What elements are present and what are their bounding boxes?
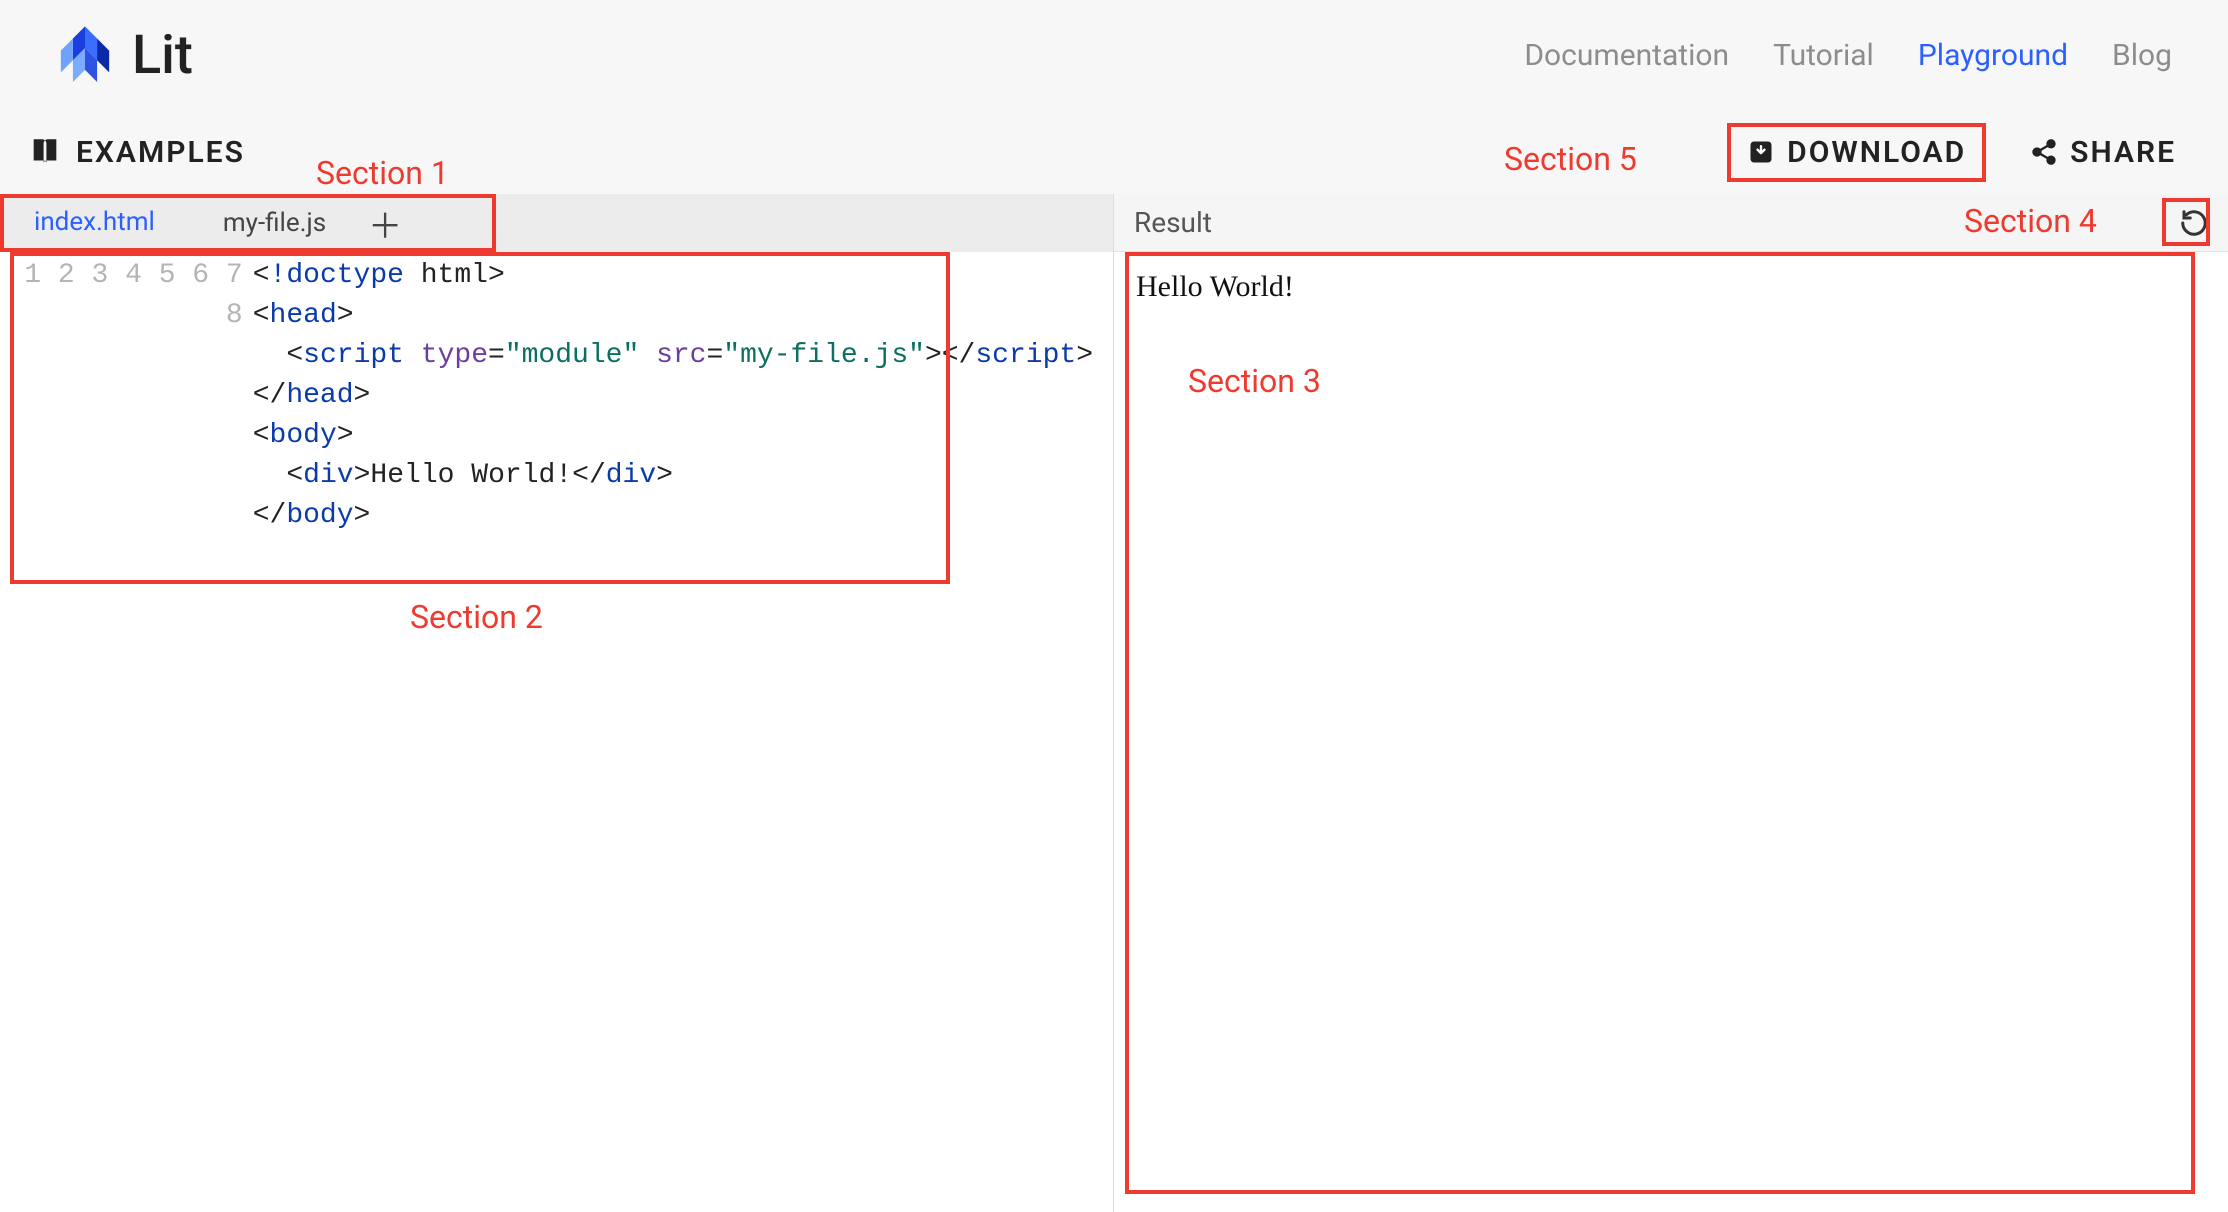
editor-pane: index.html my-file.js ＋ 1 2 3 4 5 6 7 8 … bbox=[0, 194, 1114, 1212]
brand-name: Lit bbox=[132, 24, 193, 87]
file-tabs: index.html my-file.js ＋ bbox=[0, 194, 1113, 252]
nav-documentation[interactable]: Documentation bbox=[1524, 38, 1729, 73]
line-gutter: 1 2 3 4 5 6 7 8 bbox=[0, 256, 253, 536]
playground-main: Section 1 Section 2 Section 3 Section 4 … bbox=[0, 194, 2228, 1212]
share-icon bbox=[2030, 138, 2058, 166]
result-header: Result bbox=[1114, 194, 2228, 252]
tab-index-html[interactable]: index.html bbox=[0, 194, 189, 252]
lit-logo-icon bbox=[56, 24, 114, 86]
code-lines[interactable]: <!doctype html> <head> <script type="mod… bbox=[253, 256, 1113, 536]
share-label: SHARE bbox=[2070, 135, 2176, 170]
download-button[interactable]: DOWNLOAD bbox=[1727, 123, 1986, 182]
examples-button[interactable]: EXAMPLES bbox=[76, 135, 245, 170]
result-output: Hello World! bbox=[1114, 252, 2228, 1212]
share-button[interactable]: SHARE bbox=[2014, 127, 2192, 178]
download-label: DOWNLOAD bbox=[1787, 135, 1966, 170]
main-nav: Documentation Tutorial Playground Blog bbox=[1524, 38, 2172, 73]
code-editor[interactable]: 1 2 3 4 5 6 7 8 <!doctype html> <head> <… bbox=[0, 252, 1113, 1212]
tab-my-file-js[interactable]: my-file.js bbox=[189, 194, 360, 252]
reload-button[interactable] bbox=[2172, 201, 2216, 245]
book-icon bbox=[28, 135, 62, 169]
result-pane: Result Hello World! bbox=[1114, 194, 2228, 1212]
playground-toolbar: EXAMPLES DOWNLOAD SHARE bbox=[0, 110, 2228, 194]
plus-icon: ＋ bbox=[368, 199, 402, 248]
nav-playground[interactable]: Playground bbox=[1918, 38, 2068, 73]
nav-tutorial[interactable]: Tutorial bbox=[1773, 38, 1874, 73]
brand[interactable]: Lit bbox=[56, 24, 193, 87]
result-title: Result bbox=[1134, 206, 1212, 239]
toolbar-left: EXAMPLES bbox=[28, 135, 245, 170]
reload-icon bbox=[2179, 208, 2209, 238]
toolbar-right: DOWNLOAD SHARE bbox=[1727, 123, 2192, 182]
add-tab-button[interactable]: ＋ bbox=[360, 194, 410, 252]
result-text: Hello World! bbox=[1136, 270, 1294, 303]
download-icon bbox=[1747, 138, 1775, 166]
site-header: Lit Documentation Tutorial Playground Bl… bbox=[0, 0, 2228, 110]
nav-blog[interactable]: Blog bbox=[2112, 38, 2172, 73]
